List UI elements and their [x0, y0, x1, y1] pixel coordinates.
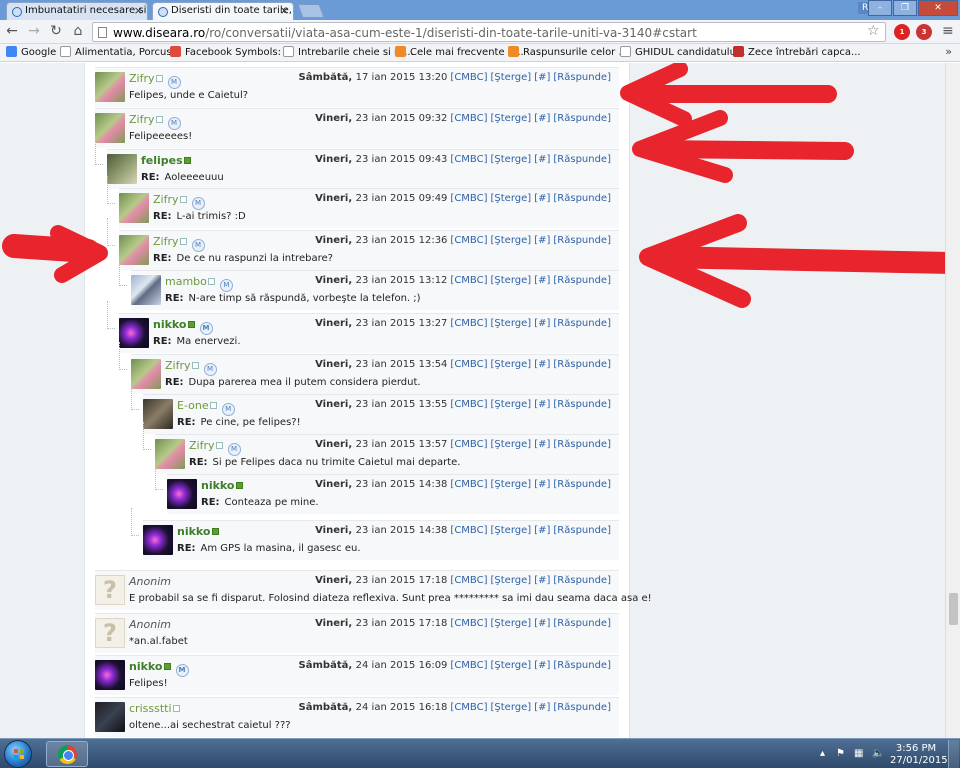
back-arrow-icon[interactable]: ← — [4, 23, 20, 39]
tab-title: Imbunatatiri necesare site — [25, 5, 148, 16]
site-favicon-icon — [12, 7, 22, 17]
bookmark-facebook-symbols[interactable]: Facebook Symbols: ... — [170, 46, 294, 58]
window-controls: – ❐ ✕ — [867, 0, 958, 16]
tray-arrow-icon[interactable]: ▴ — [820, 748, 825, 759]
red-arrow-left-3 — [649, 246, 945, 274]
bookmark-raspunsurile[interactable]: Raspunsurile celor ... — [508, 46, 628, 58]
address-bar[interactable]: www.diseara.ro/ro/conversatii/viata-asa-… — [92, 22, 886, 42]
browser-toolbar: ← → ↻ ⌂ www.diseara.ro/ro/conversatii/vi… — [0, 20, 960, 44]
more-bookmarks-icon[interactable]: » — [945, 45, 952, 58]
bookmark-zece-intrebari[interactable]: Zece întrebări capca... — [733, 46, 861, 58]
volume-icon[interactable]: 🔈 — [872, 748, 884, 759]
close-tab-icon[interactable]: × — [280, 4, 289, 17]
bookmark-alimentatia[interactable]: Alimentatia, Porcus... — [60, 46, 181, 58]
page-icon — [620, 46, 631, 57]
page-icon — [283, 46, 294, 57]
restore-icon[interactable]: ❐ — [893, 0, 917, 16]
network-icon[interactable]: ▦ — [854, 748, 863, 759]
start-button[interactable] — [4, 740, 32, 768]
new-tab-button[interactable] — [297, 4, 325, 18]
bookmark-ghidul[interactable]: GHIDUL candidatulu... — [620, 46, 745, 58]
minimize-icon[interactable]: – — [868, 0, 892, 16]
home-icon[interactable]: ⌂ — [70, 23, 86, 39]
forward-arrow-icon[interactable]: → — [26, 23, 42, 39]
page-scrollbar[interactable] — [945, 63, 960, 738]
windows-taskbar: ▴ ⚑ ▦ 🔈 3:56 PM 27/01/2015 — [0, 738, 960, 768]
adblock-icon[interactable]: 3 — [916, 24, 932, 40]
windows-logo-icon — [14, 749, 24, 759]
close-window-icon[interactable]: ✕ — [918, 0, 958, 16]
scroll-thumb[interactable] — [949, 593, 958, 625]
clock-date: 27/01/2015 — [890, 755, 948, 766]
site-icon — [395, 46, 406, 57]
action-center-icon[interactable]: ⚑ — [836, 748, 845, 759]
site-icon — [733, 46, 744, 57]
page-icon — [60, 46, 71, 57]
bookmark-google[interactable]: Google — [6, 46, 56, 58]
bookmark-cele-mai-frecvente[interactable]: Cele mai frecvente 4... — [395, 46, 524, 58]
tab-diseristi[interactable]: Diseristi din toate tarile, un × — [152, 2, 294, 20]
tab-title: Diseristi din toate tarile, un — [171, 5, 293, 16]
bookmarks-bar: Google Alimentatia, Porcus... Facebook S… — [0, 44, 960, 62]
show-desktop-button[interactable] — [948, 740, 959, 768]
close-tab-icon[interactable]: × — [134, 4, 143, 17]
red-arrow-left-2 — [641, 140, 854, 160]
tab-imbunatatiri[interactable]: Imbunatatiri necesare site × — [6, 2, 148, 20]
system-clock[interactable]: 3:56 PM 27/01/2015 — [890, 743, 948, 767]
chrome-taskbar-button[interactable] — [46, 741, 88, 767]
bookmark-star-icon[interactable]: ☆ — [867, 23, 880, 39]
facebook-symbols-icon — [170, 46, 181, 57]
reload-icon[interactable]: ↻ — [48, 23, 64, 39]
page-icon — [98, 27, 107, 38]
google-icon — [6, 46, 17, 57]
annotation-arrows — [2, 63, 945, 308]
extension-icon[interactable]: 1 — [894, 24, 910, 40]
url-host: www.diseara.ro — [113, 26, 206, 40]
page-viewport: Zifry M Sâmbătă, 17 ian 2015 13:20 [CMBC] [Ş… — [0, 63, 960, 738]
site-icon — [508, 46, 519, 57]
clock-time: 3:56 PM — [895, 743, 937, 754]
tab-strip: Imbunatatiri necesare site × Diseristi d… — [0, 0, 960, 20]
menu-icon[interactable]: ≡ — [942, 23, 954, 39]
url-path: /ro/conversatii/viata-asa-cum-este-1/dis… — [205, 26, 697, 40]
chrome-logo-icon — [58, 745, 77, 764]
site-favicon-icon — [158, 7, 168, 17]
